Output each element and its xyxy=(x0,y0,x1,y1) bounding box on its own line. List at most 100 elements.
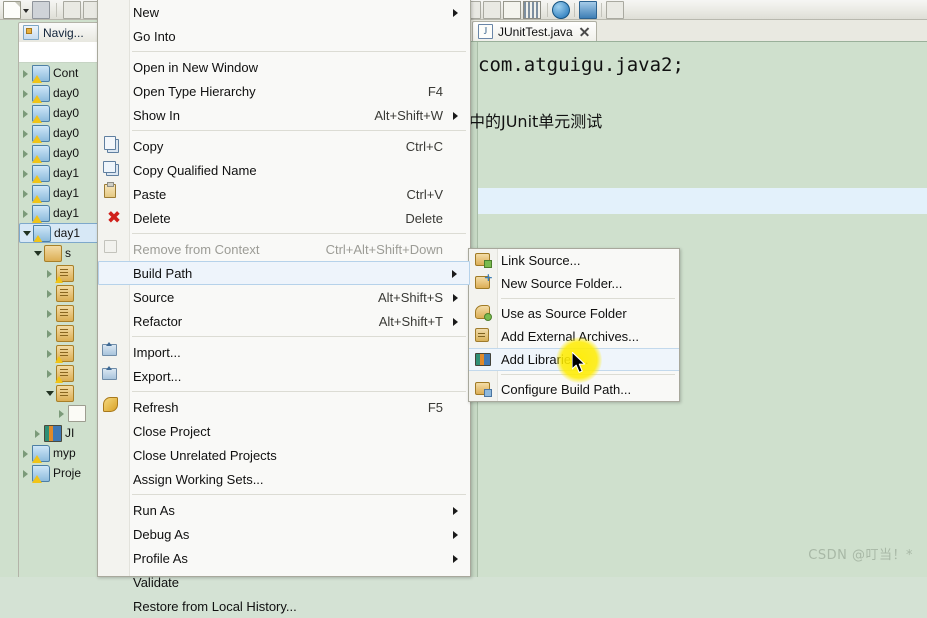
chevron-down-icon[interactable] xyxy=(45,388,56,399)
chevron-right-icon[interactable] xyxy=(21,68,32,79)
menu-item-label: Copy Qualified Name xyxy=(133,162,257,178)
save-icon[interactable] xyxy=(32,0,50,19)
submenu-item-label: Link Source... xyxy=(501,253,581,268)
menu-item-delete[interactable]: ✖ Delete Delete xyxy=(98,206,470,230)
submenu-item-new-source-folder[interactable]: New Source Folder... xyxy=(469,271,679,295)
chevron-right-icon[interactable] xyxy=(45,328,56,339)
chevron-down-icon[interactable] xyxy=(22,228,33,239)
tree-item[interactable] xyxy=(19,263,105,283)
menu-item-accelerator: F5 xyxy=(427,399,443,415)
menu-item-debug-as[interactable]: Debug As xyxy=(98,522,470,546)
submenu-item-configure-build-path[interactable]: Configure Build Path... xyxy=(469,378,679,401)
menu-item-profile-as[interactable]: Profile As xyxy=(98,546,470,570)
submenu-item-use-as-source-folder[interactable]: Use as Source Folder xyxy=(469,302,679,325)
submenu-item-add-libraries[interactable]: Add Libraries... xyxy=(469,348,679,371)
tree-item[interactable]: JI xyxy=(19,423,105,443)
navigator-filter-box[interactable] xyxy=(19,42,105,63)
menu-item-import[interactable]: Import... xyxy=(98,340,470,364)
tree-item[interactable] xyxy=(19,323,105,343)
menu-item-refresh[interactable]: Refresh F5 xyxy=(98,395,470,419)
tree-item[interactable]: day1 xyxy=(19,163,105,183)
menu-item-label: Build Path xyxy=(133,265,193,281)
tree-item[interactable]: day0 xyxy=(19,83,105,103)
menu-item-label: Remove from Context xyxy=(133,241,260,257)
chevron-right-icon[interactable] xyxy=(33,428,44,439)
tree-item-label: day0 xyxy=(53,106,80,120)
tree-item[interactable]: day1 xyxy=(19,183,105,203)
tab-navigator[interactable]: Navig... xyxy=(18,22,105,42)
menu-item-label: Paste xyxy=(133,186,167,202)
menu-item-validate[interactable]: Validate xyxy=(98,570,470,594)
chevron-right-icon[interactable] xyxy=(45,308,56,319)
chevron-down-icon[interactable] xyxy=(33,248,44,259)
package-icon xyxy=(56,324,74,342)
tree-item[interactable]: s xyxy=(19,243,105,263)
tree-item[interactable] xyxy=(19,363,105,383)
new-dropdown-arrow-icon[interactable] xyxy=(22,2,31,18)
chevron-right-icon[interactable] xyxy=(21,188,32,199)
chevron-right-icon[interactable] xyxy=(21,108,32,119)
tree-item[interactable]: day1 xyxy=(19,203,105,223)
package-warning-icon xyxy=(55,364,74,383)
tree-item[interactable]: day1 xyxy=(19,223,105,243)
chevron-right-icon[interactable] xyxy=(45,288,56,299)
menu-item-go-into[interactable]: Go Into xyxy=(98,24,470,48)
navigator-tree-body: Cont day0 day0 day0 day0 day1 day1 day1 day1 s JI m… xyxy=(18,42,105,577)
annotation-icon[interactable] xyxy=(606,0,624,19)
tree-item[interactable]: day0 xyxy=(19,143,105,163)
previous-annotation-icon[interactable] xyxy=(483,0,501,19)
menu-item-source[interactable]: Source Alt+Shift+S xyxy=(98,285,470,309)
tree-item[interactable] xyxy=(19,303,105,323)
submenu-separator xyxy=(501,298,675,299)
globe-browser-icon[interactable] xyxy=(552,0,570,19)
submenu-item-add-external-archives[interactable]: Add External Archives... xyxy=(469,325,679,348)
new-document-icon[interactable] xyxy=(3,0,21,19)
menu-item-build-path[interactable]: Build Path xyxy=(98,261,470,285)
menu-item-new[interactable]: New xyxy=(98,0,470,24)
bars-view-icon[interactable] xyxy=(523,0,541,19)
chevron-right-icon[interactable] xyxy=(21,128,32,139)
perspective-switch-icon[interactable] xyxy=(579,0,597,19)
menu-item-label: Run As xyxy=(133,502,175,518)
chevron-right-icon[interactable] xyxy=(21,168,32,179)
chevron-right-icon[interactable] xyxy=(21,148,32,159)
submenu-item-link-source[interactable]: Link Source... xyxy=(469,249,679,272)
tree-item[interactable] xyxy=(19,383,105,403)
chevron-right-icon[interactable] xyxy=(21,88,32,99)
menu-item-assign-working-sets[interactable]: Assign Working Sets... xyxy=(98,467,470,491)
tree-item[interactable]: myp xyxy=(19,443,105,463)
tree-item[interactable]: day0 xyxy=(19,103,105,123)
menu-item-open-in-new-window[interactable]: Open in New Window xyxy=(98,55,470,79)
menu-item-run-as[interactable]: Run As xyxy=(98,498,470,522)
tab-junittest-java[interactable]: J JUnitTest.java xyxy=(472,21,597,41)
tree-item[interactable] xyxy=(19,283,105,303)
chevron-right-icon[interactable] xyxy=(21,208,32,219)
close-icon[interactable] xyxy=(578,26,590,38)
table-view-icon[interactable] xyxy=(503,0,521,19)
tree-item[interactable]: Proje xyxy=(19,463,105,483)
tree-item[interactable] xyxy=(19,403,105,423)
menu-item-copy[interactable]: Copy Ctrl+C xyxy=(98,134,470,158)
menu-item-open-type-hierarchy[interactable]: Open Type Hierarchy F4 xyxy=(98,79,470,103)
chevron-right-icon[interactable] xyxy=(21,468,32,479)
menu-item-paste[interactable]: Paste Ctrl+V xyxy=(98,182,470,206)
add-libraries-icon xyxy=(475,353,491,366)
menu-item-close-project[interactable]: Close Project xyxy=(98,419,470,443)
menu-item-copy-qualified-name[interactable]: Copy Qualified Name xyxy=(98,158,470,182)
print-icon[interactable] xyxy=(63,0,81,19)
menu-item-refactor[interactable]: Refactor Alt+Shift+T xyxy=(98,309,470,333)
tree-item[interactable] xyxy=(19,343,105,363)
chevron-right-icon[interactable] xyxy=(21,448,32,459)
menu-item-close-unrelated-projects[interactable]: Close Unrelated Projects xyxy=(98,443,470,467)
remove-from-context-icon xyxy=(104,240,117,253)
tree-item[interactable]: Cont xyxy=(19,63,105,83)
menu-item-restore-from-local-history[interactable]: Restore from Local History... xyxy=(98,594,470,618)
add-external-archives-icon xyxy=(475,328,489,342)
menu-item-label: Source xyxy=(133,289,175,305)
navigator-tab-label: Navig... xyxy=(43,25,84,40)
tree-item[interactable]: day0 xyxy=(19,123,105,143)
menu-item-export[interactable]: Export... xyxy=(98,364,470,388)
chevron-right-icon[interactable] xyxy=(57,408,68,419)
menu-item-accelerator: Alt+Shift+W xyxy=(374,107,443,123)
menu-item-show-in[interactable]: Show In Alt+Shift+W xyxy=(98,103,470,127)
